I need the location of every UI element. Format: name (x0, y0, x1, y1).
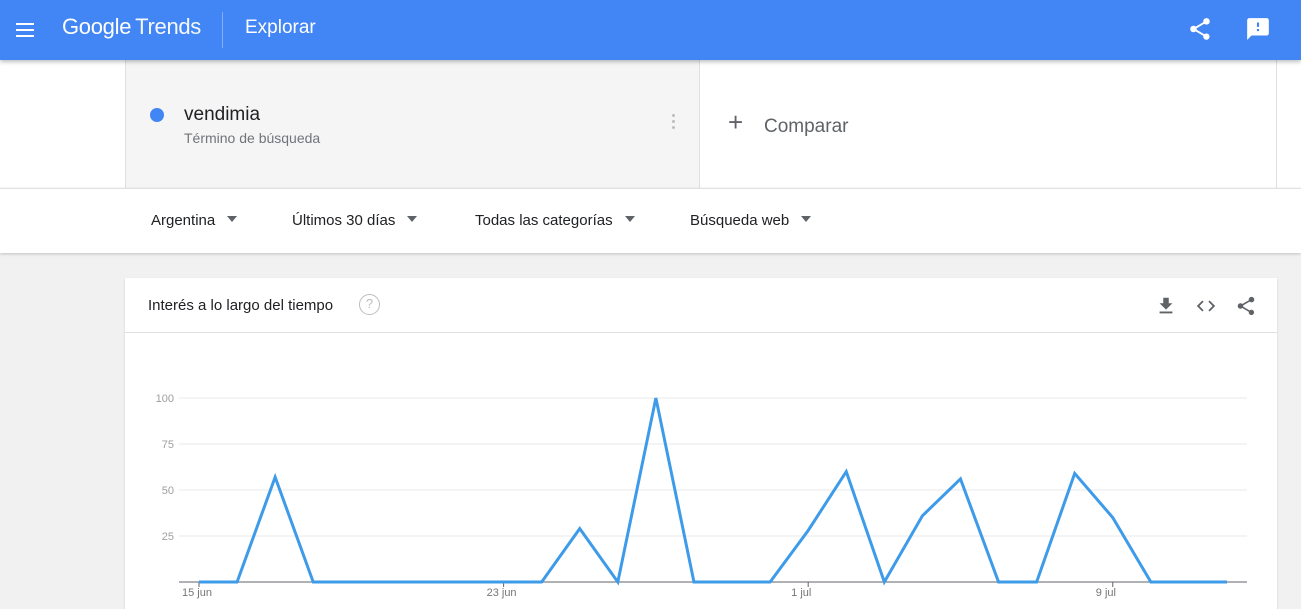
header-divider (222, 12, 223, 48)
time-range-filter-label: Últimos 30 días (292, 212, 396, 229)
card-title: Interés a lo largo del tiempo (148, 297, 334, 314)
data-point[interactable] (233, 578, 241, 586)
data-point[interactable] (652, 394, 660, 402)
data-point[interactable] (1185, 578, 1193, 586)
interest-line-chart: 25 50 75 100 15 jun 23 jun 1 jul 9 jul (156, 393, 1247, 599)
google-trends-logo[interactable]: Google Trends (62, 14, 201, 40)
data-point[interactable] (347, 578, 355, 586)
x-tick-label: 23 jun (487, 587, 517, 599)
data-point[interactable] (880, 578, 888, 586)
country-filter-label: Argentina (151, 212, 216, 229)
dropdown-arrow-icon (407, 216, 418, 222)
y-tick-label: 50 (162, 485, 174, 497)
data-point[interactable] (918, 512, 926, 520)
embed-code-icon[interactable] (1195, 295, 1217, 317)
download-icon[interactable] (1155, 295, 1177, 317)
filter-bar: Argentina Últimos 30 días Todas las cate… (0, 188, 1301, 253)
card-header: Interés a lo largo del tiempo ? (125, 278, 1277, 333)
data-point[interactable] (690, 578, 698, 586)
menu-icon[interactable] (12, 17, 38, 43)
data-point[interactable] (804, 526, 812, 534)
share-icon[interactable] (1187, 16, 1213, 42)
dropdown-arrow-icon (624, 216, 635, 222)
y-tick-label: 25 (162, 531, 174, 543)
term-type: Término de búsqueda (184, 130, 321, 146)
add-icon: + (728, 107, 744, 137)
x-tick-label: 9 jul (1096, 587, 1116, 599)
compare-button[interactable]: + Comparar (700, 60, 1277, 188)
x-tick-label: 1 jul (791, 587, 811, 599)
search-type-filter[interactable]: Búsqueda web (690, 212, 812, 229)
data-point[interactable] (195, 578, 203, 586)
term-color-dot (150, 108, 164, 122)
data-point[interactable] (766, 578, 774, 586)
y-tick-label: 75 (162, 439, 174, 451)
data-point[interactable] (538, 578, 546, 586)
time-range-filter[interactable]: Últimos 30 días (292, 212, 418, 229)
category-filter-label: Todas las categorías (475, 212, 613, 229)
data-point[interactable] (309, 578, 317, 586)
data-point[interactable] (728, 578, 736, 586)
dropdown-arrow-icon (227, 216, 238, 222)
data-point[interactable] (956, 475, 964, 483)
category-filter[interactable]: Todas las categorías (475, 212, 635, 229)
logo-brand: Google (62, 14, 132, 39)
x-tick-label: 15 jun (182, 587, 212, 599)
country-filter[interactable]: Argentina (151, 212, 238, 229)
y-tick-label: 100 (156, 393, 174, 405)
dropdown-arrow-icon (801, 216, 812, 222)
data-point[interactable] (576, 525, 584, 533)
data-point[interactable] (462, 578, 470, 586)
data-point[interactable] (423, 578, 431, 586)
data-point[interactable] (500, 578, 508, 586)
search-term-card[interactable]: vendimia Término de búsqueda (125, 60, 700, 188)
data-point[interactable] (1147, 578, 1155, 586)
compare-label: Comparar (764, 116, 849, 137)
data-point[interactable] (1109, 514, 1117, 522)
term-name[interactable]: vendimia (184, 104, 260, 126)
data-point[interactable] (614, 578, 622, 586)
interest-over-time-card: Interés a lo largo del tiempo ? 25 50 75 10… (125, 278, 1277, 609)
data-point[interactable] (271, 473, 279, 481)
data-point[interactable] (1033, 578, 1041, 586)
search-terms-bar: vendimia Término de búsqueda + Comparar (0, 60, 1301, 188)
search-type-filter-label: Búsqueda web (690, 212, 790, 229)
more-vert-icon[interactable] (666, 114, 680, 134)
share-icon[interactable] (1235, 295, 1257, 317)
logo-product: Trends (135, 14, 202, 39)
data-point[interactable] (842, 468, 850, 476)
data-point[interactable] (385, 578, 393, 586)
app-header: Google Trends Explorar (0, 0, 1301, 60)
data-point[interactable] (995, 578, 1003, 586)
feedback-icon[interactable] (1245, 16, 1271, 42)
help-icon[interactable]: ? (359, 294, 380, 315)
page-title: Explorar (245, 17, 316, 38)
data-point[interactable] (1223, 578, 1231, 586)
data-point[interactable] (1071, 469, 1079, 477)
